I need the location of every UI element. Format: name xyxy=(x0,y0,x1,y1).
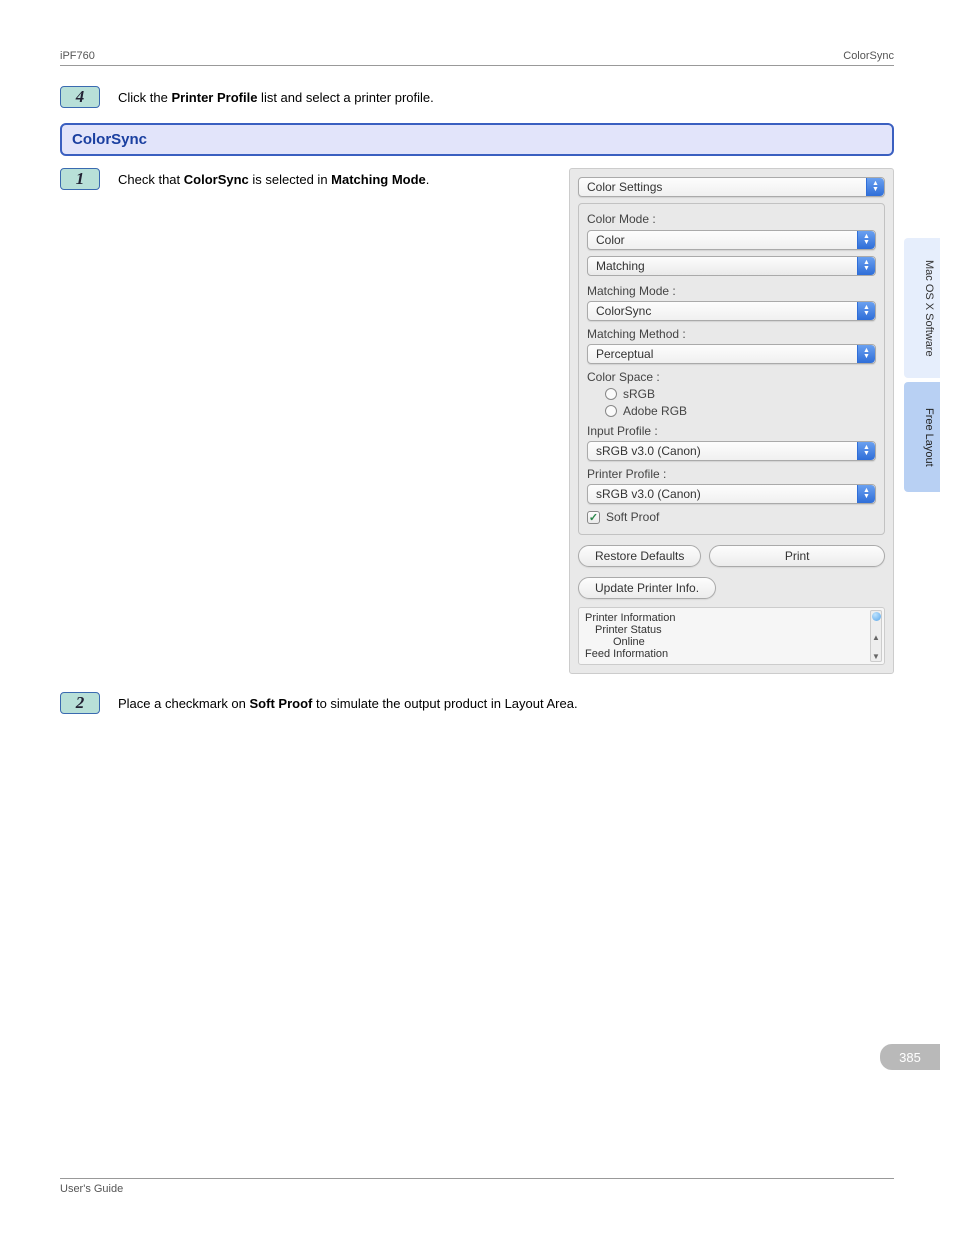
header-right: ColorSync xyxy=(843,50,894,62)
s2-t2: to simulate the output product in Layout… xyxy=(312,696,577,711)
restore-defaults-button[interactable]: Restore Defaults xyxy=(578,545,701,567)
step-1-text: Check that ColorSync is selected in Matc… xyxy=(118,168,429,189)
color-mode-value: Color xyxy=(596,233,625,247)
matching-tab[interactable]: Matching ▲▼ xyxy=(587,256,876,276)
footer: User's Guide xyxy=(60,1178,894,1195)
matching-mode-select[interactable]: ColorSync ▲▼ xyxy=(587,301,876,321)
side-tabs: Mac OS X Software Free Layout xyxy=(904,238,940,492)
s1-b1: ColorSync xyxy=(184,172,249,187)
info-line-4: Feed Information xyxy=(585,648,878,660)
input-profile-value: sRGB v3.0 (Canon) xyxy=(596,444,701,458)
side-tab-mac-os-x-software[interactable]: Mac OS X Software xyxy=(904,238,940,378)
soft-proof-label: Soft Proof xyxy=(606,510,659,524)
dropdown-arrows-icon: ▲▼ xyxy=(857,442,875,460)
dropdown-arrows-icon: ▲▼ xyxy=(866,178,884,196)
matching-method-label: Matching Method : xyxy=(587,327,876,341)
s2-t1: Place a checkmark on xyxy=(118,696,250,711)
step-number-4: 4 xyxy=(60,86,100,108)
step-4: 4 Click the Printer Profile list and sel… xyxy=(60,86,894,108)
radio-srgb[interactable]: sRGB xyxy=(605,387,876,401)
header-left: iPF760 xyxy=(60,50,95,62)
matching-mode-value: ColorSync xyxy=(596,304,651,318)
info-line-3: Online xyxy=(585,636,878,648)
section-title-bar: ColorSync xyxy=(60,123,894,156)
step-2: 2 Place a checkmark on Soft Proof to sim… xyxy=(60,692,894,714)
printer-profile-select[interactable]: sRGB v3.0 (Canon) ▲▼ xyxy=(587,484,876,504)
info-line-1: Printer Information xyxy=(585,612,878,624)
step-2-text: Place a checkmark on Soft Proof to simul… xyxy=(118,692,578,713)
matching-tab-label: Matching xyxy=(596,259,645,273)
dropdown-arrows-icon: ▲▼ xyxy=(857,231,875,249)
printer-profile-value: sRGB v3.0 (Canon) xyxy=(596,487,701,501)
color-settings-dialog: Color Settings ▲▼ Color Mode : Color ▲▼ … xyxy=(569,168,894,674)
s2-b1: Soft Proof xyxy=(250,696,313,711)
matching-mode-label: Matching Mode : xyxy=(587,284,876,298)
matching-method-value: Perceptual xyxy=(596,347,653,361)
scroll-down-icon: ▼ xyxy=(872,652,880,661)
step-number-2: 2 xyxy=(60,692,100,714)
radio-adobergb[interactable]: Adobe RGB xyxy=(605,404,876,418)
scrollbar[interactable]: ▲ ▼ xyxy=(870,610,882,662)
page-header: iPF760 ColorSync xyxy=(60,50,894,66)
scroll-up-icon: ▲ xyxy=(872,633,880,642)
dropdown-arrows-icon: ▲▼ xyxy=(857,485,875,503)
step-number-1: 1 xyxy=(60,168,100,190)
panel-select[interactable]: Color Settings ▲▼ xyxy=(578,177,885,197)
color-mode-select[interactable]: Color ▲▼ xyxy=(587,230,876,250)
info-line-2: Printer Status xyxy=(585,624,878,636)
matching-method-select[interactable]: Perceptual ▲▼ xyxy=(587,344,876,364)
input-profile-select[interactable]: sRGB v3.0 (Canon) ▲▼ xyxy=(587,441,876,461)
side-tab-free-layout[interactable]: Free Layout xyxy=(904,382,940,492)
step4-bold: Printer Profile xyxy=(171,90,257,105)
radio-adobergb-label: Adobe RGB xyxy=(623,404,687,418)
s1-t1: Check that xyxy=(118,172,184,187)
page-number-badge: 385 xyxy=(880,1044,940,1070)
printer-information-box: Printer Information Printer Status Onlin… xyxy=(578,607,885,665)
step4-post: list and select a printer profile. xyxy=(257,90,433,105)
radio-icon xyxy=(605,405,617,417)
step-4-text: Click the Printer Profile list and selec… xyxy=(118,86,434,107)
radio-srgb-label: sRGB xyxy=(623,387,655,401)
color-mode-label: Color Mode : xyxy=(587,212,876,226)
dropdown-arrows-icon: ▲▼ xyxy=(857,257,875,275)
color-space-label: Color Space : xyxy=(587,370,876,384)
checkbox-checked-icon: ✓ xyxy=(587,511,600,524)
step-1: 1 Check that ColorSync is selected in Ma… xyxy=(60,168,549,190)
s1-b2: Matching Mode xyxy=(331,172,426,187)
s1-t2: is selected in xyxy=(249,172,331,187)
s1-t3: . xyxy=(426,172,430,187)
color-mode-group: Color Mode : Color ▲▼ Matching ▲▼ Matchi… xyxy=(578,203,885,535)
input-profile-label: Input Profile : xyxy=(587,424,876,438)
step4-pre: Click the xyxy=(118,90,171,105)
printer-profile-label: Printer Profile : xyxy=(587,467,876,481)
dropdown-arrows-icon: ▲▼ xyxy=(857,302,875,320)
soft-proof-checkbox[interactable]: ✓ Soft Proof xyxy=(587,510,876,524)
print-button[interactable]: Print xyxy=(709,545,885,567)
update-printer-info-button[interactable]: Update Printer Info. xyxy=(578,577,716,599)
scroll-thumb-icon xyxy=(872,612,881,621)
radio-icon xyxy=(605,388,617,400)
dropdown-arrows-icon: ▲▼ xyxy=(857,345,875,363)
panel-select-label: Color Settings xyxy=(587,180,662,194)
